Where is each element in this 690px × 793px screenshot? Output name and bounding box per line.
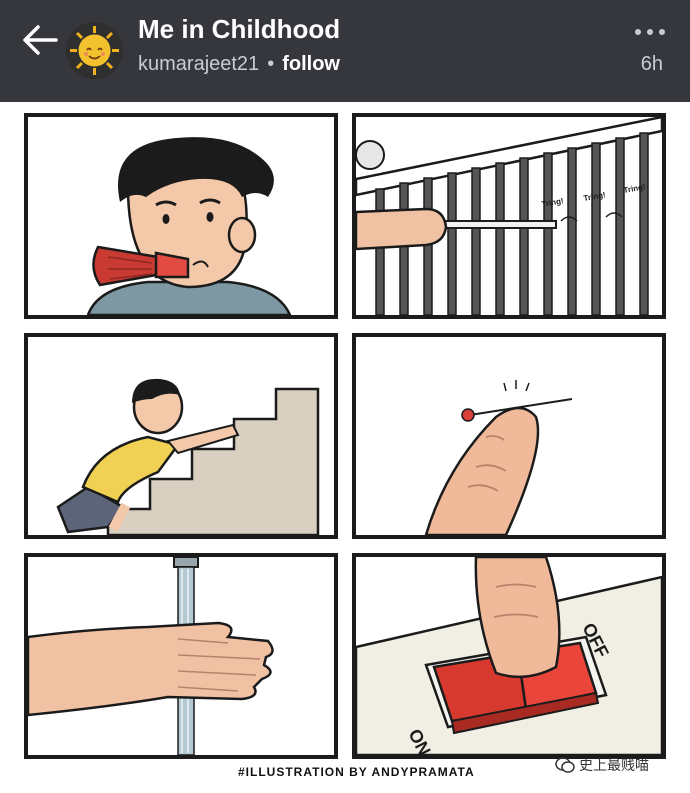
post-title: Me in Childhood (138, 14, 341, 44)
post-meta: kumarajeet21 • follow (138, 53, 340, 76)
watermark-text: 史上最贱喵 (579, 758, 649, 774)
sun-avatar-icon (66, 22, 123, 79)
pin-finger-illustration (424, 380, 573, 535)
post-timestamp: 6h (640, 53, 663, 75)
comic-panel-2: Tring! Tring! Tring! (352, 113, 666, 319)
water-hand-illustration (28, 557, 274, 755)
watermark: 史上最贱喵 (555, 754, 675, 776)
more-horizontal-icon (635, 29, 665, 35)
meta-separator: • (267, 53, 275, 75)
comic-panel-1 (24, 113, 338, 319)
username-link[interactable]: kumarajeet21 (138, 53, 259, 75)
comic-panel-5 (24, 553, 338, 759)
arrow-left-icon (23, 25, 58, 55)
kid-party-horn-illustration (86, 137, 292, 315)
avatar[interactable] (66, 22, 123, 79)
comic-panel-3 (24, 333, 338, 539)
comic-panel-4 (352, 333, 666, 539)
follow-button[interactable]: follow (282, 53, 340, 75)
illustration-credit: #ILLUSTRATION BY ANDYPRAMATA (238, 765, 475, 779)
comic-panel-6: ON OFF (352, 553, 666, 759)
sound-effect-text: Tring! (583, 190, 606, 203)
railing-illustration: Tring! Tring! Tring! (356, 117, 662, 315)
switch-finger-illustration: ON OFF (356, 557, 662, 755)
wechat-icon (555, 757, 575, 773)
stairs-climbing-illustration (56, 378, 320, 535)
post-header: Me in Childhood kumarajeet21 • follow 6h (0, 0, 690, 102)
more-options-button[interactable] (630, 22, 670, 42)
back-button[interactable] (18, 20, 62, 60)
